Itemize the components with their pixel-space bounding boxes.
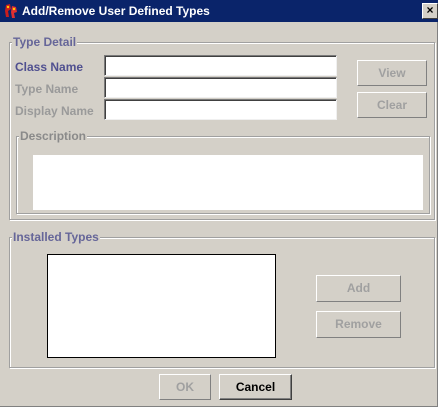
type-name-field[interactable] (104, 77, 337, 98)
app-icon (3, 3, 19, 19)
cancel-button[interactable]: Cancel (219, 374, 292, 400)
view-button[interactable]: View (357, 60, 427, 86)
installed-types-title: Installed Types (12, 230, 100, 244)
add-button[interactable]: Add (316, 275, 401, 302)
ok-button[interactable]: OK (159, 374, 211, 400)
description-title: Description (19, 129, 88, 143)
title-bar[interactable]: Add/Remove User Defined Types × (0, 0, 438, 22)
dialog-window: Add/Remove User Defined Types × Type Det… (0, 0, 438, 407)
installed-types-list[interactable] (47, 254, 276, 358)
type-name-label: Type Name (15, 82, 79, 96)
type-detail-title: Type Detail (12, 35, 78, 49)
class-name-label: Class Name (15, 60, 84, 74)
description-area[interactable] (33, 155, 423, 210)
display-name-field[interactable] (104, 99, 337, 120)
window-title: Add/Remove User Defined Types (22, 4, 210, 18)
remove-button[interactable]: Remove (316, 311, 401, 338)
display-name-label: Display Name (15, 104, 94, 118)
clear-button[interactable]: Clear (357, 92, 427, 118)
close-button[interactable]: × (422, 3, 438, 19)
class-name-field[interactable] (104, 55, 337, 76)
